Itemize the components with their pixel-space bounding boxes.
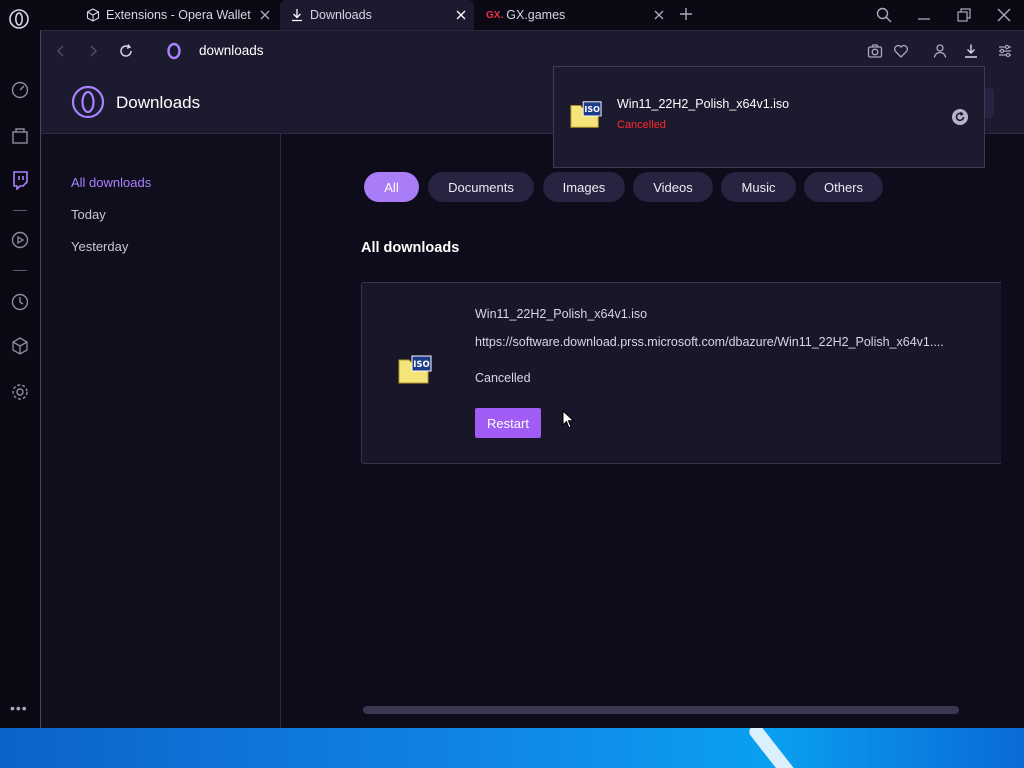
close-tab-icon[interactable] bbox=[258, 8, 272, 22]
sidebar-separator bbox=[13, 270, 27, 271]
downloads-left-nav: All downloads Today Yesterday bbox=[40, 134, 281, 728]
nav-all-downloads[interactable]: All downloads bbox=[71, 175, 151, 190]
restart-button[interactable]: Restart bbox=[475, 408, 541, 438]
opera-sidebar: ••• bbox=[0, 30, 40, 728]
bookmark-heart-icon[interactable] bbox=[893, 43, 909, 59]
wallet-icon[interactable] bbox=[10, 126, 30, 146]
horizontal-scrollbar[interactable] bbox=[363, 706, 959, 714]
downloads-main: All Documents Images Videos Music Others… bbox=[281, 134, 1024, 728]
desktop-light-ray bbox=[746, 728, 808, 768]
section-title: All downloads bbox=[361, 240, 460, 256]
download-file-name[interactable]: Win11_22H2_Polish_x64v1.iso bbox=[475, 307, 647, 321]
sidebar-more-icon[interactable]: ••• bbox=[10, 700, 28, 716]
filter-images[interactable]: Images bbox=[543, 172, 625, 202]
account-person-icon[interactable] bbox=[932, 43, 948, 59]
nav-yesterday[interactable]: Yesterday bbox=[71, 239, 128, 254]
snapshot-camera-icon[interactable] bbox=[867, 43, 883, 59]
search-tabs-icon[interactable] bbox=[876, 7, 892, 23]
retry-download-icon[interactable] bbox=[951, 108, 969, 126]
settings-gear-icon[interactable] bbox=[10, 382, 30, 402]
history-clock-icon[interactable] bbox=[10, 292, 30, 312]
windows-desktop-background bbox=[0, 728, 1024, 768]
tab-extensions[interactable]: Extensions - Opera Wallet bbox=[76, 0, 278, 30]
tab-downloads[interactable]: Downloads bbox=[280, 0, 474, 30]
mouse-cursor-icon bbox=[562, 410, 575, 429]
player-icon[interactable] bbox=[10, 230, 30, 250]
cube-icon bbox=[86, 8, 100, 22]
filter-others[interactable]: Others bbox=[804, 172, 883, 202]
filter-documents[interactable]: Documents bbox=[428, 172, 534, 202]
new-tab-plus-icon[interactable] bbox=[678, 6, 694, 22]
opera-logo-icon bbox=[71, 85, 105, 119]
address-input[interactable]: downloads bbox=[199, 43, 264, 58]
iso-label: ISO bbox=[584, 105, 600, 114]
tab-gx-games[interactable]: GX. GX.games bbox=[476, 0, 672, 30]
tab-label: Downloads bbox=[310, 8, 372, 22]
easy-setup-menu-icon[interactable] bbox=[997, 43, 1013, 59]
iso-file-icon: ISO bbox=[398, 355, 432, 384]
address-bar-row: downloads bbox=[40, 30, 1024, 70]
filter-all[interactable]: All bbox=[364, 172, 419, 202]
popup-file-name[interactable]: Win11_22H2_Polish_x64v1.iso bbox=[617, 97, 789, 111]
opera-page-icon bbox=[167, 42, 181, 60]
header-button-edge bbox=[984, 88, 994, 118]
downloads-toolbar-icon[interactable] bbox=[963, 43, 979, 59]
nav-today[interactable]: Today bbox=[71, 207, 106, 222]
extensions-cube-icon[interactable] bbox=[10, 336, 30, 356]
download-source-url[interactable]: https://software.download.prss.microsoft… bbox=[475, 335, 944, 349]
tab-label: GX.games bbox=[506, 8, 566, 22]
forward-arrow-icon[interactable] bbox=[85, 43, 101, 59]
popup-status: Cancelled bbox=[617, 119, 666, 131]
page-title: Downloads bbox=[116, 93, 201, 112]
filter-videos[interactable]: Videos bbox=[633, 172, 713, 202]
gx-icon: GX. bbox=[486, 9, 504, 21]
filter-music[interactable]: Music bbox=[721, 172, 796, 202]
speed-dial-icon[interactable] bbox=[10, 80, 30, 100]
back-arrow-icon[interactable] bbox=[53, 43, 69, 59]
restore-window-icon[interactable] bbox=[956, 7, 972, 23]
download-item-card: ISO Win11_22H2_Polish_x64v1.iso https://… bbox=[361, 282, 1001, 464]
twitch-icon[interactable] bbox=[10, 170, 30, 190]
download-status: Cancelled bbox=[475, 371, 531, 385]
downloads-popup: ISO Win11_22H2_Polish_x64v1.iso Cancelle… bbox=[553, 66, 985, 168]
tab-label: Extensions - Opera Wallet bbox=[106, 8, 251, 22]
download-icon bbox=[292, 9, 302, 22]
iso-file-icon: ISO bbox=[570, 101, 602, 128]
opera-menu-icon[interactable] bbox=[8, 8, 30, 30]
sidebar-separator bbox=[13, 210, 27, 211]
reload-icon[interactable] bbox=[118, 43, 134, 59]
iso-label: ISO bbox=[413, 360, 430, 370]
close-tab-icon[interactable] bbox=[454, 8, 468, 22]
close-window-icon[interactable] bbox=[996, 7, 1012, 23]
minimize-icon[interactable] bbox=[916, 7, 932, 23]
tab-strip: Extensions - Opera Wallet Downloads GX. … bbox=[0, 0, 1024, 30]
close-tab-icon[interactable] bbox=[652, 8, 666, 22]
